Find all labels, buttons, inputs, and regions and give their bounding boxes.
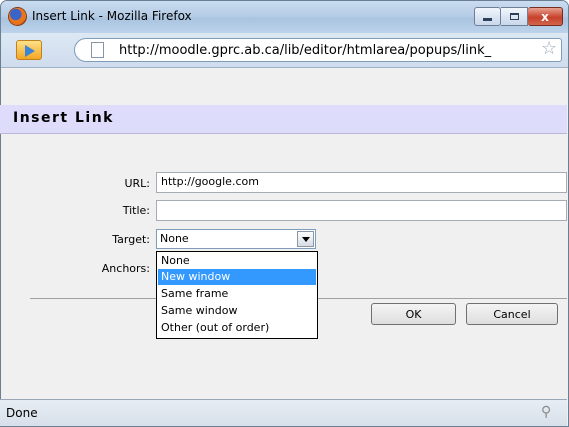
target-select[interactable]: None — [156, 229, 316, 249]
window-title: Insert Link - Mozilla Firefox — [32, 9, 192, 23]
go-arrow-icon[interactable] — [16, 40, 42, 60]
url-input[interactable]: http://google.com — [156, 172, 567, 193]
title-input[interactable] — [156, 200, 567, 221]
close-icon: x — [541, 9, 549, 24]
status-bar: Done ⚲ — [0, 399, 567, 426]
url-text[interactable]: http://moodle.gprc.ab.ca/lib/editor/html… — [119, 43, 537, 58]
maximize-icon — [509, 13, 519, 20]
maximize-button[interactable] — [501, 7, 528, 26]
target-label: Target: — [112, 233, 150, 246]
url-label: URL: — [124, 177, 150, 190]
page-icon — [91, 42, 104, 58]
target-dropdown-list: None New window Same frame Same window O… — [156, 251, 318, 339]
security-icon: ⚲ — [541, 404, 552, 420]
minimize-button[interactable] — [474, 7, 501, 26]
close-button[interactable]: x — [528, 7, 563, 26]
anchors-label: Anchors: — [101, 262, 150, 275]
bookmark-star-icon[interactable]: ☆ — [541, 39, 557, 59]
dialog-heading: Insert Link — [13, 110, 114, 126]
cancel-button-label: Cancel — [493, 307, 531, 321]
firefox-icon — [9, 8, 26, 25]
title-bar[interactable]: Insert Link - Mozilla Firefox x — [1, 1, 568, 33]
status-text: Done — [6, 406, 38, 420]
ok-button-label: OK — [405, 307, 422, 321]
option-new-window[interactable]: New window — [158, 269, 316, 285]
chevron-down-icon[interactable] — [297, 231, 314, 247]
option-none[interactable]: None — [158, 253, 316, 269]
option-other[interactable]: Other (out of order) — [158, 320, 316, 336]
cancel-button[interactable]: Cancel — [466, 303, 558, 325]
minimize-icon — [483, 18, 492, 21]
option-same-window[interactable]: Same window — [158, 303, 316, 319]
title-label: Title: — [122, 204, 150, 217]
option-same-frame[interactable]: Same frame — [158, 286, 316, 302]
target-selected-value: None — [160, 232, 189, 245]
address-bar: http://moodle.gprc.ab.ca/lib/editor/html… — [1, 33, 568, 68]
ok-button[interactable]: OK — [371, 303, 456, 325]
